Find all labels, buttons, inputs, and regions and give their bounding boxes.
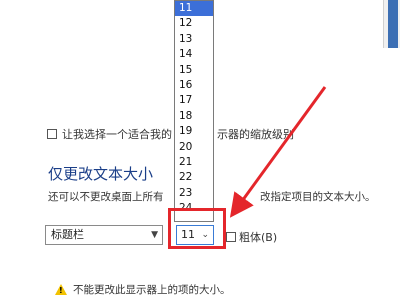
annotation-arrow bbox=[229, 86, 327, 218]
annotation-arrow-line bbox=[229, 86, 327, 218]
display-settings-page: 让我选择一个适合我的 示器的缩放级别 仅更改文本大小 还可以不更改桌面上所有 改… bbox=[0, 0, 400, 300]
